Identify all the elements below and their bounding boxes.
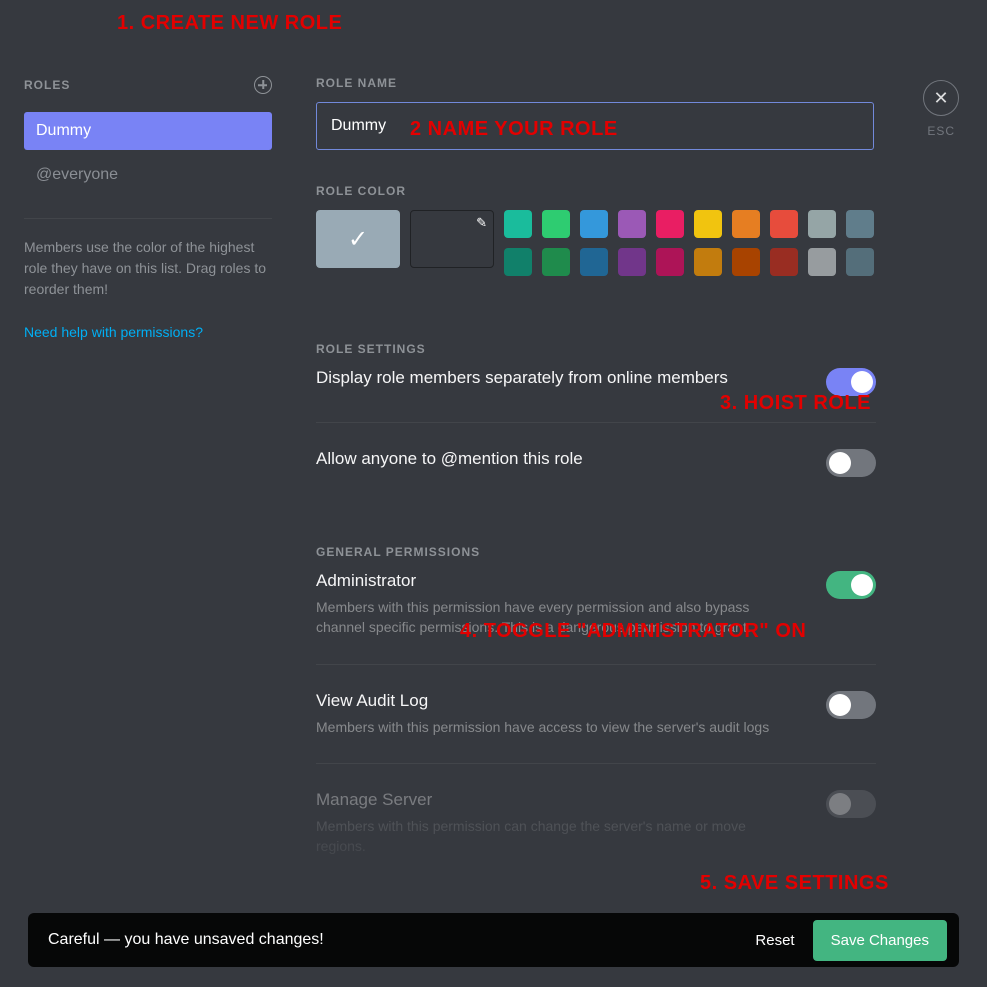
role-editor: ROLE NAME ROLE COLOR ✓ ✎ ROLE SETTINGS D… xyxy=(316,76,876,882)
esc-label: ESC xyxy=(927,124,955,138)
color-swatch[interactable] xyxy=(504,248,532,276)
manage-toggle[interactable] xyxy=(826,790,876,818)
color-swatch[interactable] xyxy=(808,248,836,276)
color-row-2 xyxy=(504,248,874,276)
audit-desc: Members with this permission have access… xyxy=(316,717,769,737)
divider xyxy=(316,763,876,764)
divider xyxy=(316,664,876,665)
color-swatch[interactable] xyxy=(618,210,646,238)
annotation-1: 1. CREATE NEW ROLE xyxy=(117,12,342,35)
audit-title: View Audit Log xyxy=(316,691,769,711)
mention-title: Allow anyone to @mention this role xyxy=(316,449,583,469)
save-changes-button[interactable]: Save Changes xyxy=(813,920,947,961)
color-swatch[interactable] xyxy=(732,248,760,276)
general-permissions-label: GENERAL PERMISSIONS xyxy=(316,545,876,559)
role-name-input[interactable] xyxy=(316,102,874,150)
admin-desc: Members with this permission have every … xyxy=(316,597,796,638)
color-swatch[interactable] xyxy=(656,210,684,238)
divider xyxy=(316,422,876,423)
unsaved-changes-bar: Careful — you have unsaved changes! Rese… xyxy=(28,913,959,967)
color-swatch[interactable] xyxy=(770,210,798,238)
admin-toggle[interactable] xyxy=(826,571,876,599)
color-swatch[interactable] xyxy=(580,248,608,276)
admin-title: Administrator xyxy=(316,571,796,591)
color-swatch[interactable] xyxy=(846,210,874,238)
color-default-selected[interactable]: ✓ xyxy=(316,210,400,268)
color-swatch[interactable] xyxy=(542,248,570,276)
hoist-toggle[interactable] xyxy=(826,368,876,396)
role-item-dummy[interactable]: Dummy xyxy=(24,112,272,150)
color-swatch[interactable] xyxy=(504,210,532,238)
sidebar-note: Members use the color of the highest rol… xyxy=(24,237,272,300)
color-swatch[interactable] xyxy=(770,248,798,276)
help-link[interactable]: Need help with permissions? xyxy=(24,324,272,340)
add-role-button[interactable] xyxy=(254,76,272,94)
close-icon: ✕ xyxy=(933,89,948,107)
manage-desc: Members with this permission can change … xyxy=(316,816,796,857)
color-swatch[interactable] xyxy=(846,248,874,276)
roles-sidebar: ROLES Dummy @everyone Members use the co… xyxy=(24,76,272,340)
eyedropper-icon: ✎ xyxy=(476,215,487,231)
color-swatch[interactable] xyxy=(542,210,570,238)
color-swatch[interactable] xyxy=(732,210,760,238)
color-swatch[interactable] xyxy=(656,248,684,276)
color-swatch[interactable] xyxy=(618,248,646,276)
sidebar-title: ROLES xyxy=(24,78,70,92)
color-swatch[interactable] xyxy=(694,248,722,276)
color-custom-picker[interactable]: ✎ xyxy=(410,210,494,268)
role-item-everyone[interactable]: @everyone xyxy=(24,156,272,194)
color-swatch[interactable] xyxy=(580,210,608,238)
role-name-label: ROLE NAME xyxy=(316,76,876,90)
hoist-title: Display role members separately from onl… xyxy=(316,368,728,388)
color-swatch[interactable] xyxy=(808,210,836,238)
role-settings-label: ROLE SETTINGS xyxy=(316,342,876,356)
reset-button[interactable]: Reset xyxy=(737,922,812,959)
checkmark-icon: ✓ xyxy=(348,225,368,254)
role-color-label: ROLE COLOR xyxy=(316,184,876,198)
manage-title: Manage Server xyxy=(316,790,796,810)
color-row-1 xyxy=(504,210,874,238)
color-swatch[interactable] xyxy=(694,210,722,238)
mention-toggle[interactable] xyxy=(826,449,876,477)
divider xyxy=(24,218,272,219)
unsaved-text: Careful — you have unsaved changes! xyxy=(48,931,737,949)
close-button[interactable]: ✕ xyxy=(923,80,959,116)
audit-toggle[interactable] xyxy=(826,691,876,719)
